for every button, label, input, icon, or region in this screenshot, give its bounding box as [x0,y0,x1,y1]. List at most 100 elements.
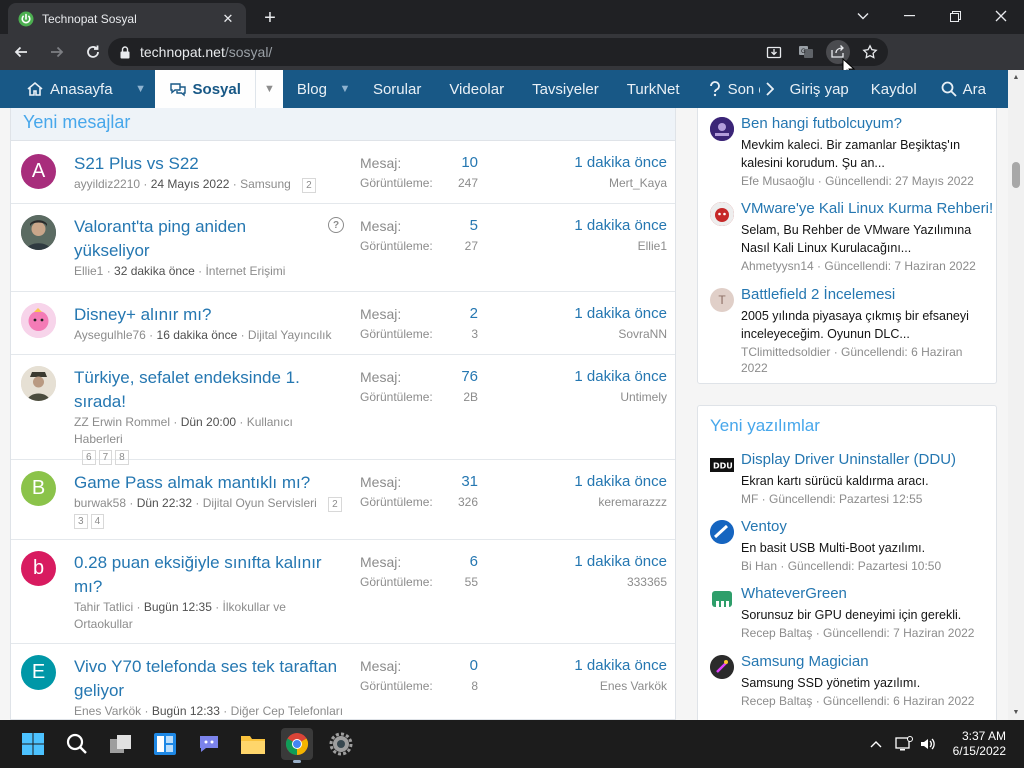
thread-row[interactable]: E Vivo Y70 telefonda ses tek taraftan ge… [11,644,675,720]
chrome-icon[interactable] [281,728,313,763]
last-post-time[interactable]: 1 dakika önce [574,154,667,171]
thread-author[interactable]: Tahir Tatlici [74,600,133,614]
thread-title[interactable]: 0.28 puan eksiğiyle sınıfta kalınır mı? [74,551,324,599]
avatar[interactable] [710,202,734,226]
volume-icon[interactable] [918,734,938,754]
widgets-icon[interactable] [149,728,181,760]
software-author[interactable]: Bi Han [741,559,777,573]
minimize-button[interactable] [886,0,932,32]
thread-row[interactable]: b 0.28 puan eksiğiyle sınıfta kalınır mı… [11,540,675,644]
thread-row[interactable]: Valorant'ta ping aniden yükseliyor ? Ell… [11,204,675,292]
nav-social-dropdown[interactable]: ▼ [254,70,283,108]
software-author[interactable]: Recep Baltaş [741,694,812,708]
article-author[interactable]: Ahmetyysn14 [741,259,814,273]
article-title[interactable]: VMware'ye Kali Linux Kurma Rehberi! [741,200,993,217]
last-post-user[interactable]: Ellie1 [638,239,667,253]
avatar[interactable]: T [710,288,734,312]
chevron-up-icon[interactable] [866,734,886,754]
search-link[interactable]: Ara [929,70,1008,108]
taskbar-search-icon[interactable] [61,728,93,760]
avatar[interactable]: b [21,551,56,586]
register-link[interactable]: Kaydol [859,70,929,108]
nav-videos[interactable]: Videolar [435,70,518,108]
back-button[interactable] [6,37,36,67]
software-item[interactable]: WhateverGreen Sorunsuz bir GPU deneyimi … [710,585,990,645]
avatar[interactable]: E [21,655,56,690]
lock-icon[interactable] [120,45,130,59]
scroll-up-icon[interactable]: ▲ [1012,74,1020,81]
last-post-user[interactable]: SovraNN [618,327,667,341]
last-post-time[interactable]: 1 dakika önce [574,217,667,234]
login-link[interactable]: Giriş yap [780,70,859,108]
last-post-user[interactable]: Untimely [620,390,667,404]
last-post-user[interactable]: Enes Varkök [600,679,667,693]
ddu-logo-icon[interactable]: DDU [710,453,734,477]
thread-date[interactable]: 16 dakika önce [157,328,238,342]
ventoy-logo-icon[interactable] [710,520,734,544]
thread-author[interactable]: burwak58 [74,496,126,510]
thread-date[interactable]: Dün 22:32 [137,496,192,510]
thread-forum[interactable]: İnternet Erişimi [205,264,285,278]
last-post-time[interactable]: 1 dakika önce [574,553,667,570]
thread-title[interactable]: Game Pass almak mantıklı mı? [74,471,344,495]
software-title[interactable]: Display Driver Uninstaller (DDU) [741,451,956,468]
software-title[interactable]: Ventoy [741,518,787,535]
thread-forum[interactable]: Dijital Yayıncılık [248,328,332,342]
thread-forum[interactable]: Dijital Oyun Servisleri [203,496,317,510]
translate-icon[interactable]: G [794,40,818,64]
sidebar-article[interactable]: T Battlefield 2 İncelemesi 2005 yılında … [710,286,990,382]
nav-scroll-right-icon[interactable] [760,70,780,108]
thread-author[interactable]: Enes Varkök [74,704,141,718]
avatar[interactable] [21,366,56,401]
nav-questions[interactable]: Sorular [359,70,435,108]
avatar[interactable]: A [21,154,56,189]
thread-title[interactable]: S21 Plus vs S22 [74,152,344,176]
thread-row[interactable]: Disney+ alınır mı? Aysegulhle76 · 16 dak… [11,292,675,355]
scroll-down-icon[interactable]: ▼ [1012,709,1020,716]
last-post-time[interactable]: 1 dakika önce [574,305,667,322]
sidebar-article[interactable]: VMware'ye Kali Linux Kurma Rehberi! Sela… [710,200,993,280]
settings-gear-icon[interactable] [325,728,357,760]
nav-social[interactable]: Sosyal [154,70,255,108]
thread-row[interactable]: B Game Pass almak mantıklı mı? burwak58 … [11,460,675,540]
article-author[interactable]: Efe Musaoğlu [741,174,814,188]
network-icon[interactable] [894,734,914,754]
install-app-icon[interactable] [762,40,786,64]
software-title[interactable]: WhateverGreen [741,585,847,602]
reload-button[interactable] [78,37,108,67]
page-scrollbar[interactable]: ▲ ▼ [1008,70,1024,720]
forward-button[interactable] [42,37,72,67]
new-tab-button[interactable]: + [258,6,282,30]
software-block-title[interactable]: Yeni yazılımlar [710,416,820,436]
samsung-magician-logo-icon[interactable] [710,655,734,679]
last-post-time[interactable]: 1 dakika önce [574,368,667,385]
windows-start-icon[interactable] [17,728,49,760]
nav-blog-dropdown[interactable]: ▼ [331,70,359,108]
bookmark-star-icon[interactable] [858,40,882,64]
article-author[interactable]: TClimittedsoldier [741,345,830,359]
thread-author[interactable]: ZZ Erwin Rommel [74,415,170,429]
page-link[interactable]: 2 [328,497,342,512]
thread-title[interactable]: Valorant'ta ping aniden yükseliyor [74,215,324,263]
thread-forum[interactable]: Diğer Cep Telefonları [231,704,344,718]
nav-turknet[interactable]: TurkNet [613,70,694,108]
close-icon[interactable]: ✕ [220,11,236,27]
address-bar[interactable]: technopat.net/sosyal/ G [108,38,888,66]
last-post-time[interactable]: 1 dakika önce [574,657,667,674]
thread-date[interactable]: Bugün 12:35 [144,600,212,614]
thread-author[interactable]: Ellie1 [74,264,103,278]
thread-author[interactable]: Aysegulhle76 [74,328,146,342]
whatevergreen-logo-icon[interactable] [710,587,734,611]
thread-date[interactable]: Bugün 12:33 [152,704,220,718]
sidebar-article[interactable]: Ben hangi futbolcuyum? Mevkim kaleci. Bi… [710,115,990,195]
thread-title[interactable]: Vivo Y70 telefonda ses tek taraftan geli… [74,655,344,703]
page-link[interactable]: 4 [90,514,105,529]
thread-date[interactable]: 24 Mayıs 2022 [151,177,230,191]
browser-tab[interactable]: Technopat Sosyal ✕ [8,3,246,34]
thread-title[interactable]: Disney+ alınır mı? [74,303,344,327]
teams-chat-icon[interactable] [193,728,225,760]
software-author[interactable]: MF [741,492,758,506]
article-title[interactable]: Battlefield 2 İncelemesi [741,286,895,303]
software-item[interactable]: DDU Display Driver Uninstaller (DDU) Ekr… [710,451,990,511]
page-link[interactable]: 3 [74,514,88,529]
